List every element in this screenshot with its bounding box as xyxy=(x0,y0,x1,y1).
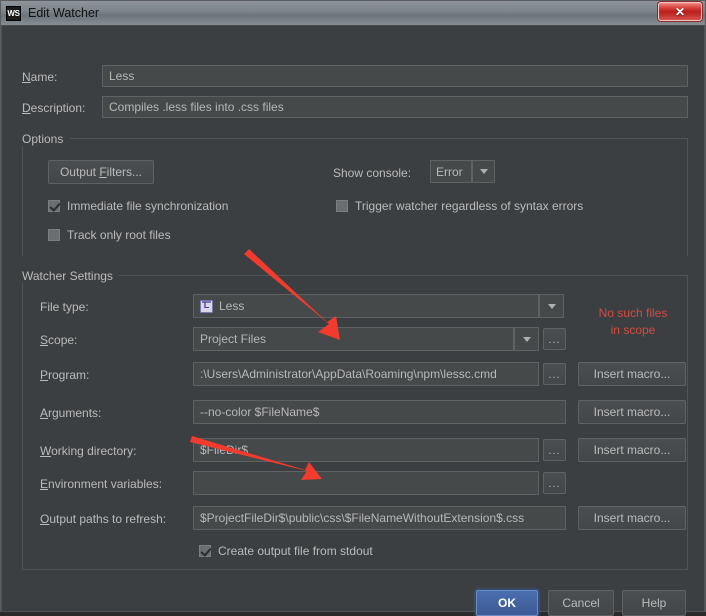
name-label: Name: xyxy=(22,70,58,84)
scope-warning-line2: in scope xyxy=(610,323,656,337)
less-file-icon xyxy=(200,299,213,313)
ok-button[interactable]: OK xyxy=(476,590,538,616)
show-console-select[interactable]: Error xyxy=(430,160,472,183)
checkbox-box-icon xyxy=(48,229,60,241)
close-icon[interactable]: ✕ xyxy=(658,2,702,21)
cancel-button[interactable]: Cancel xyxy=(548,590,614,616)
name-input[interactable]: Less xyxy=(102,65,688,87)
track-root-label: Track only root files xyxy=(67,228,171,242)
show-console-chevron-down-icon[interactable] xyxy=(472,160,495,183)
environment-variables-input[interactable] xyxy=(193,471,539,495)
output-paths-input[interactable]: $ProjectFileDir$\public\css\$FileNameWit… xyxy=(193,506,566,530)
immediate-sync-checkbox[interactable]: Immediate file synchronization xyxy=(48,199,228,213)
environment-variables-browse-button[interactable]: ... xyxy=(543,472,566,494)
program-input[interactable]: :\Users\Administrator\AppData\Roaming\np… xyxy=(193,362,539,386)
output-filters-button[interactable]: Output Filters... xyxy=(48,160,154,184)
arguments-label: Arguments: xyxy=(40,406,102,420)
arguments-insert-macro-button[interactable]: Insert macro... xyxy=(578,400,686,424)
options-group-title: Options xyxy=(22,132,70,146)
scope-warning-text: No such files in scope xyxy=(577,305,689,339)
program-label: Program: xyxy=(40,368,90,382)
help-button[interactable]: Help xyxy=(622,590,686,616)
trigger-watcher-label: Trigger watcher regardless of syntax err… xyxy=(355,199,584,213)
description-input[interactable]: Compiles .less files into .css files xyxy=(102,96,688,118)
watcher-settings-group-title: Watcher Settings xyxy=(22,269,119,283)
track-root-checkbox[interactable]: Track only root files xyxy=(48,228,171,242)
description-label: Description: xyxy=(22,101,86,115)
working-directory-label: Working directory: xyxy=(40,444,137,458)
arguments-input[interactable]: --no-color $FileName$ xyxy=(193,400,566,424)
checkbox-box-icon xyxy=(48,200,60,212)
program-browse-button[interactable]: ... xyxy=(543,363,566,385)
create-output-file-checkbox[interactable]: Create output file from stdout xyxy=(199,544,373,558)
dialog-body: Name: Less Description: Compiles .less f… xyxy=(1,26,705,616)
working-directory-browse-button[interactable]: ... xyxy=(543,439,566,461)
scope-label: Scope: xyxy=(40,333,78,347)
show-console-label: Show console: xyxy=(333,166,412,180)
title-bar: WS Edit Watcher ✕ xyxy=(1,1,705,26)
create-output-file-label: Create output file from stdout xyxy=(218,544,373,558)
scope-select[interactable]: Project Files xyxy=(193,327,514,351)
file-type-chevron-down-icon[interactable] xyxy=(539,294,564,318)
webstorm-app-icon: WS xyxy=(6,5,21,21)
working-directory-input[interactable]: $FileDir$ xyxy=(193,438,539,462)
immediate-sync-label: Immediate file synchronization xyxy=(67,199,229,213)
program-insert-macro-button[interactable]: Insert macro... xyxy=(578,362,686,386)
file-type-value: Less xyxy=(219,299,245,313)
scope-warning-line1: No such files xyxy=(598,306,668,320)
checkbox-box-icon xyxy=(199,545,211,557)
checkbox-box-icon xyxy=(336,200,348,212)
trigger-watcher-checkbox[interactable]: Trigger watcher regardless of syntax err… xyxy=(336,199,583,213)
output-paths-label: Output paths to refresh: xyxy=(40,512,167,526)
output-paths-insert-macro-button[interactable]: Insert macro... xyxy=(578,506,686,530)
file-type-select[interactable]: Less xyxy=(193,294,539,318)
environment-variables-label: Environment variables: xyxy=(40,477,163,491)
working-directory-insert-macro-button[interactable]: Insert macro... xyxy=(578,438,686,462)
file-type-label: File type: xyxy=(40,300,89,314)
edit-watcher-dialog: WS Edit Watcher ✕ Name: Less Description… xyxy=(0,0,706,616)
scope-browse-button[interactable]: ... xyxy=(543,328,566,350)
output-filters-label: Output Filters... xyxy=(59,165,143,179)
scope-chevron-down-icon[interactable] xyxy=(514,327,539,351)
window-title: Edit Watcher xyxy=(28,6,100,20)
